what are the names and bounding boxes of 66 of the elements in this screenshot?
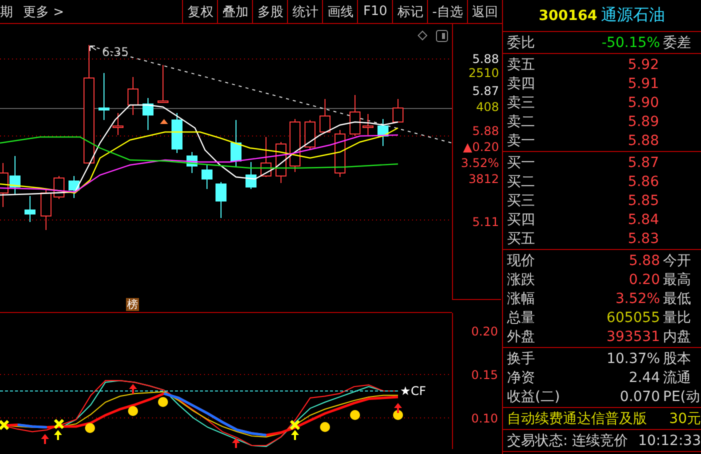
field-value: 5.86	[628, 174, 659, 190]
field-label: 交易状态: 连续竞价	[507, 432, 630, 450]
field-label: 流通	[663, 368, 692, 386]
field-label: 最低	[663, 290, 692, 308]
axis-label: 5.88	[472, 124, 499, 138]
field-value: 5.87	[628, 154, 659, 170]
field-label: 卖五	[507, 56, 536, 74]
field-label: 买一	[507, 154, 536, 172]
axis-label: 0.10	[471, 411, 498, 426]
field-value: 5.92	[628, 56, 659, 72]
signal-label: ★CF	[400, 384, 426, 398]
field-label: 现价	[507, 252, 536, 270]
field-value: -50.15%	[602, 34, 660, 50]
field-value: 5.88	[628, 132, 659, 148]
axis-label: 3.52%	[460, 156, 499, 170]
field-label: PE(动	[663, 388, 701, 406]
field-value: 5.90	[628, 94, 659, 110]
axis-label: 5.87	[472, 84, 499, 98]
field-label: 量比	[663, 308, 692, 326]
axis-label: 2510	[468, 66, 499, 80]
field-label: 净资	[507, 368, 536, 386]
axis-label: 3812	[468, 172, 499, 186]
field-label: 卖二	[507, 112, 536, 130]
field-label: 委差	[663, 34, 692, 52]
promo-price: 30元	[669, 410, 701, 428]
field-label: 卖一	[507, 132, 536, 150]
field-value: 5.83	[628, 230, 659, 246]
field-label: 买二	[507, 172, 536, 190]
field-label: 股本	[663, 350, 692, 368]
field-value: 5.84	[628, 212, 659, 228]
field-value: 10:12:33	[638, 432, 701, 448]
field-value: 5.85	[628, 192, 659, 208]
axis-label: 0.20	[471, 324, 498, 339]
field-label: 内盘	[663, 328, 692, 346]
field-value: 605055	[606, 310, 660, 326]
field-label: 今开	[663, 252, 692, 270]
field-label: 买四	[507, 210, 536, 228]
axis-label: 5.88	[472, 52, 499, 66]
field-label: 换手	[507, 350, 536, 368]
axis-label: 0.15	[471, 368, 498, 382]
field-value: 10.37%	[606, 350, 660, 366]
axis-label: 408	[476, 100, 499, 114]
stock-name: 通源石油	[601, 5, 666, 26]
field-label: 涨跌	[507, 270, 536, 288]
field-label: 卖三	[507, 94, 536, 112]
field-value: 5.88	[628, 252, 660, 268]
axis-label: 5.11	[472, 215, 499, 229]
field-value: 3.52%	[616, 290, 660, 306]
stock-code: 300164	[538, 8, 598, 24]
field-value: 2.44	[628, 370, 660, 386]
field-label: 总量	[507, 308, 536, 326]
field-label: 卖四	[507, 74, 536, 92]
field-label: 收益(二)	[507, 388, 561, 406]
field-label: 最高	[663, 270, 692, 288]
field-label: 买五	[507, 230, 536, 248]
field-value: 393531	[606, 328, 660, 344]
field-value: 0.20	[628, 272, 660, 288]
field-value: 5.91	[628, 76, 659, 92]
field-label: 委比	[507, 34, 536, 52]
field-value: 5.89	[628, 114, 659, 130]
field-value: 0.070	[620, 388, 660, 404]
high-price-label: 6.35	[102, 45, 129, 59]
field-label: 外盘	[507, 328, 536, 346]
field-label: 涨幅	[507, 290, 536, 308]
field-label: 买三	[507, 192, 536, 210]
axis-label: ▲0.20	[463, 140, 499, 154]
